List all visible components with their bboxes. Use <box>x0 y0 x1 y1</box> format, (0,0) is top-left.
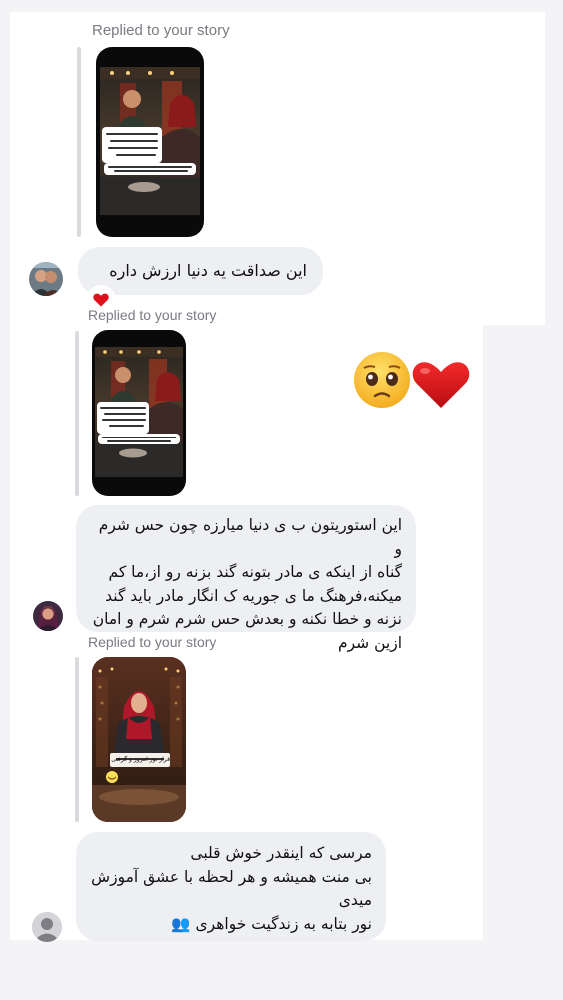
story-text-card <box>102 127 162 163</box>
message-line: میکنه،فرهنگ ما ی جوریه ک انگار مادر باید… <box>105 586 402 605</box>
pleading-face-and-red-heart-icon <box>354 352 470 408</box>
message-bubble[interactable]: این صداقت یه دنیا ارزش داره <box>78 247 323 295</box>
story-thumbnail[interactable]: قرار نور امروز و گرفتی رفیق؟ <box>92 657 186 822</box>
sender-avatar[interactable] <box>29 262 63 296</box>
message-line: بی منت همیشه و هر لحظه با عشق آموزش <box>91 867 372 886</box>
message-bubble[interactable]: این استوریتون ب ی دنیا میارزه چون حس شرم… <box>76 505 416 652</box>
story-caption: قرار نور امروز و گرفتی رفیق؟ <box>110 756 170 763</box>
replied-to-story-label: Replied to your story <box>92 22 230 39</box>
story-text-card <box>97 402 149 434</box>
message-line: میدی <box>338 891 372 909</box>
message-line: مرسی که اینقدر خوش قلبی <box>190 844 372 862</box>
story-thumbnail[interactable] <box>96 47 204 237</box>
reply-quote-line <box>75 331 79 496</box>
reply-quote-line <box>75 657 79 822</box>
story-photo <box>92 657 186 822</box>
red-heart-icon <box>93 293 109 307</box>
message-line: نزنه و خطا نکنه و بعدش حس شرم شرم و امان <box>92 610 402 628</box>
message-bubble[interactable]: مرسی که اینقدر خوش قلبی بی منت همیشه و ه… <box>76 832 386 941</box>
sender-avatar[interactable] <box>33 601 63 631</box>
reply-quote-line <box>77 47 81 237</box>
message-line: گناه از اینکه ی مادر بتونه گند بزنه رو ا… <box>108 563 402 581</box>
message-text: این صداقت یه دنیا ارزش داره <box>109 261 307 280</box>
sticker-reaction <box>353 350 471 410</box>
story-text-card-2 <box>104 163 196 175</box>
replied-to-story-label: Replied to your story <box>88 634 217 650</box>
replied-to-story-label: Replied to your story <box>88 307 217 323</box>
message-line: این استوریتون ب ی دنیا میارزه چون حس شرم… <box>98 516 402 558</box>
story-thumbnail[interactable] <box>92 330 186 496</box>
message-line: نور بتابه به زندگیت خواهری 👥 <box>171 914 372 933</box>
default-user-avatar-icon <box>32 912 62 942</box>
user-photo-avatar-icon <box>29 262 63 296</box>
user-photo-avatar-icon <box>33 601 63 631</box>
story-text-card-2 <box>98 434 180 444</box>
sender-avatar[interactable] <box>32 912 62 942</box>
